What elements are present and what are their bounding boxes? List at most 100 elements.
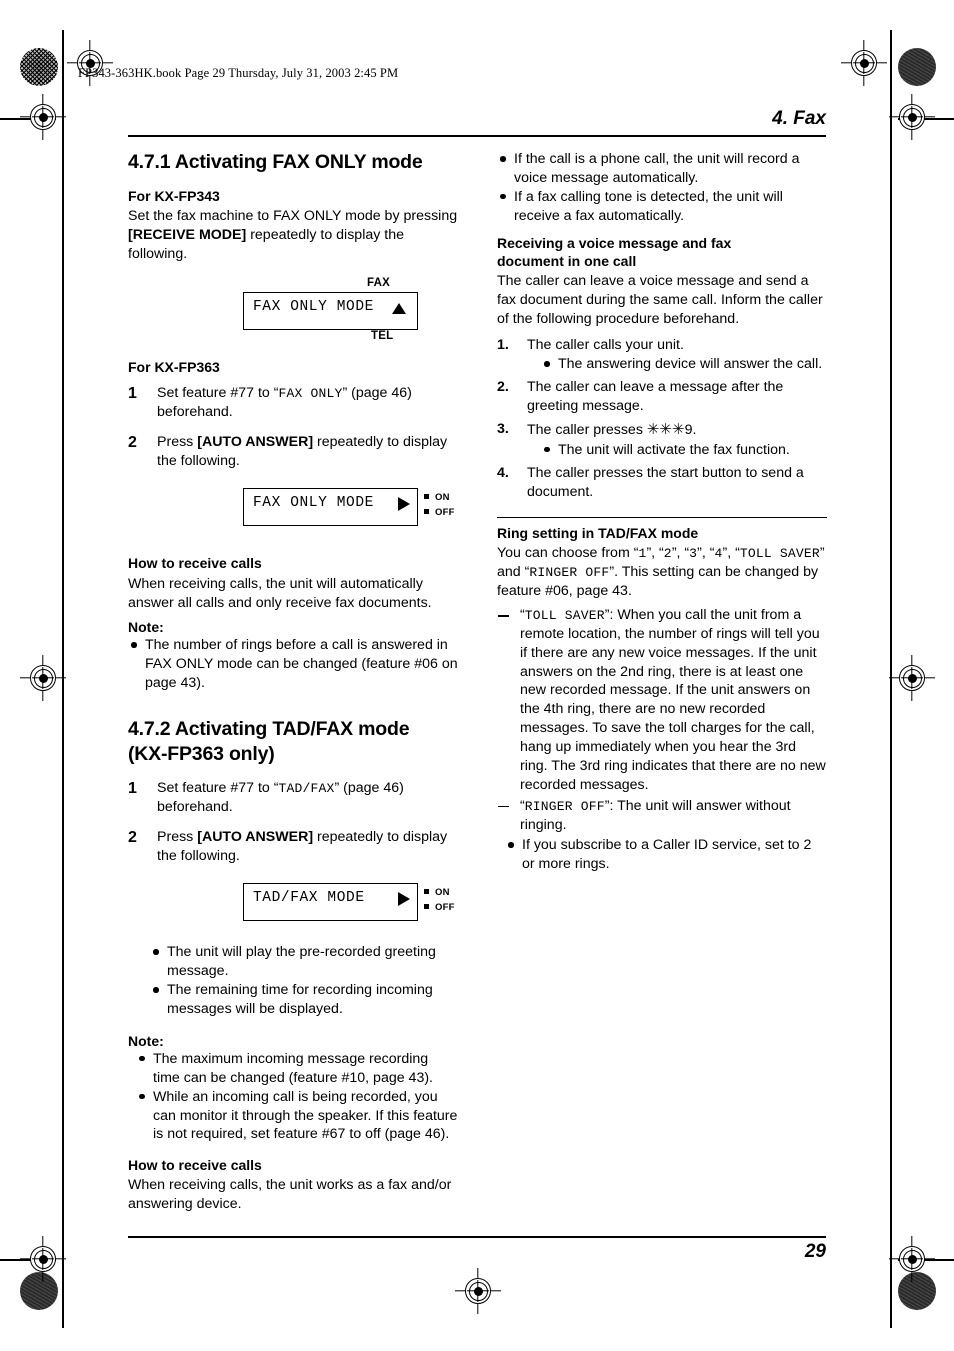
list-item: 4. The caller presses the start button to…: [497, 464, 827, 502]
note-label-471: Note:: [128, 619, 164, 636]
step-text: The caller presses the start button to s…: [527, 464, 804, 500]
indicator-on: ON: [424, 885, 455, 900]
sub-bullet-list: The answering device will answer the cal…: [541, 355, 827, 374]
bullet-icon: [544, 361, 550, 367]
lcd-display-tad-fax: TAD/FAX MODE: [243, 883, 418, 922]
step-number: 2.: [497, 379, 509, 396]
receive-mode-key-label: [RECEIVE MODE]: [128, 227, 247, 244]
bullet-icon: [153, 949, 159, 955]
step-text: The caller can leave a message after the…: [527, 379, 784, 415]
sub-bullet-text: The answering device will answer the cal…: [558, 356, 823, 373]
document-page: FP343-363HK.book Page 29 Thursday, July …: [0, 0, 954, 1351]
list-item: “RINGER OFF”: The unit will answer witho…: [497, 797, 827, 835]
sub-bullet-list: The unit will activate the fax function.: [541, 441, 827, 460]
square-marker-icon: [424, 494, 429, 500]
indicator-on-label: ON: [435, 887, 450, 899]
step-text-part1: Set feature #77 to “: [157, 779, 279, 796]
lcd-display-fax-only-343: FAX ONLY MODE: [243, 291, 418, 330]
ring-option-3: 3: [689, 546, 698, 562]
step-text-part1: Press: [157, 433, 198, 450]
auto-answer-key-label: [AUTO ANSWER]: [197, 433, 314, 450]
bullet-icon: [139, 1055, 145, 1062]
bullet-icon: [508, 842, 514, 848]
ring-intro-part1: You can choose from “: [497, 545, 639, 562]
list-item: The unit will activate the fax function.: [541, 441, 827, 460]
lcd-text: TAD/FAX MODE: [253, 890, 365, 907]
note-bullet-list-472: The maximum incoming message recording t…: [136, 1050, 458, 1144]
ring-setting-intro: You can choose from “1”, “2”, “3”, “4”, …: [497, 545, 825, 600]
indicator-off-label: OFF: [435, 902, 455, 914]
list-item: The remaining time for recording incomin…: [150, 981, 458, 1019]
lcd-label-tel: TEL: [371, 329, 394, 342]
subheading-for-kx-fp343: For KX-FP343: [128, 187, 220, 204]
bullet-text: If you subscribe to a Caller ID service,…: [522, 837, 812, 873]
how-to-receive-body-471: When receiving calls, the unit will auto…: [128, 575, 432, 611]
step-text: The caller calls your unit.: [527, 336, 684, 353]
left-column: 4.7.1 Activating FAX ONLY mode For KX-FP…: [128, 150, 458, 1214]
fp363-step-list: 1 Set feature #77 to “FAX ONLY” (page 46)…: [128, 384, 458, 471]
step-number: 3.: [497, 421, 509, 437]
step-number: 1: [128, 384, 137, 402]
header-rule: [128, 135, 826, 137]
ring-option-ringer-off: RINGER OFF: [529, 565, 610, 581]
step-text-part2: 9.: [684, 422, 697, 438]
receiving-procedure-list: 1. The caller calls your unit. The answer…: [497, 336, 827, 502]
asterisk-keys-icon: ✳✳✳: [646, 421, 685, 438]
indicator-on: ON: [424, 490, 455, 505]
list-item: The answering device will answer the cal…: [541, 355, 827, 374]
ring-option-2: 2: [663, 546, 672, 562]
footer-rule: [128, 1236, 826, 1238]
lcd-onoff-indicators: ON OFF: [424, 490, 455, 520]
triangle-right-icon: [398, 497, 410, 512]
subheading-how-to-receive-calls-472: How to receive calls: [128, 1157, 262, 1174]
lcd-display-fax-only-343-wrap: FAX FAX ONLY MODE TEL: [128, 276, 458, 342]
bullet-text: The remaining time for recording incomin…: [167, 982, 433, 1018]
sub-bullet-text: The unit will activate the fax function.: [558, 441, 790, 458]
subheading-receiving-voice-and-fax: Receiving a voice message and fax docume…: [497, 234, 827, 270]
receiving-heading-line1: Receiving a voice message and fax: [497, 234, 732, 251]
step-text-part1: Set feature #77 to “: [157, 384, 279, 401]
list-item: 1. The caller calls your unit. The answer…: [497, 336, 827, 375]
bullet-icon: [131, 642, 137, 648]
note-bullet-list-471: The number of rings before a call is ans…: [128, 636, 458, 693]
subheading-how-to-receive-calls-471: How to receive calls: [128, 555, 262, 572]
bullet-icon: [500, 193, 506, 200]
note-label-472: Note:: [128, 1032, 164, 1049]
list-item: 2. The caller can leave a message after t…: [497, 378, 827, 416]
section-heading-472: 4.7.2 Activating TAD/FAX mode (KX-FP363 …: [128, 717, 458, 767]
triangle-right-icon: [398, 892, 410, 907]
ring-option-1: 1: [638, 546, 647, 562]
list-item: The number of rings before a call is ans…: [128, 636, 458, 693]
step-number: 1: [128, 779, 137, 797]
square-marker-icon: [424, 889, 429, 895]
page-number: 29: [804, 1241, 826, 1262]
step-mono-value: TAD/FAX: [278, 780, 335, 796]
list-item: “TOLL SAVER”: When you call the unit fro…: [497, 606, 827, 795]
note-item-text: The maximum incoming message recording t…: [153, 1050, 434, 1086]
lcd-label-fax: FAX: [367, 276, 390, 289]
subheading-for-kx-fp363: For KX-FP363: [128, 358, 220, 375]
ring-setting-bullet-list: If you subscribe to a Caller ID service,…: [505, 836, 827, 874]
indicator-off: OFF: [424, 900, 455, 915]
list-item: If you subscribe to a Caller ID service,…: [505, 836, 827, 874]
list-item: 3. The caller presses ✳✳✳9. The unit will…: [497, 420, 827, 460]
fp343-text-part1: Set the fax machine to FAX ONLY mode by …: [128, 208, 458, 225]
step-number: 2: [128, 433, 137, 451]
step-item: 2 Press [AUTO ANSWER] repeatedly to displ…: [128, 433, 458, 471]
right-column: If the call is a phone call, the unit wi…: [497, 150, 827, 874]
print-header-line: FP343-363HK.book Page 29 Thursday, July …: [78, 66, 399, 80]
lcd-text: FAX ONLY MODE: [253, 495, 374, 512]
square-marker-icon: [424, 904, 429, 910]
step-number: 2: [128, 828, 137, 846]
receiving-body-paragraph: The caller can leave a voice message and…: [497, 272, 823, 327]
section-heading-472-line2: (KX-FP363 only): [128, 742, 275, 765]
dash-mono-toll-saver: TOLL SAVER: [524, 607, 605, 623]
bullet-icon: [500, 156, 506, 162]
bullet-text: If the call is a phone call, the unit wi…: [514, 151, 800, 186]
dash-mono-ringer-off: RINGER OFF: [524, 798, 605, 814]
step-text-part1: The caller presses: [527, 422, 647, 438]
chapter-title: 4. Fax: [772, 108, 826, 129]
lcd-onoff-indicators: ON OFF: [424, 885, 455, 915]
list-item: If a fax calling tone is detected, the u…: [497, 188, 827, 226]
section-heading-472-line1: 4.7.2 Activating TAD/FAX mode: [128, 718, 410, 741]
